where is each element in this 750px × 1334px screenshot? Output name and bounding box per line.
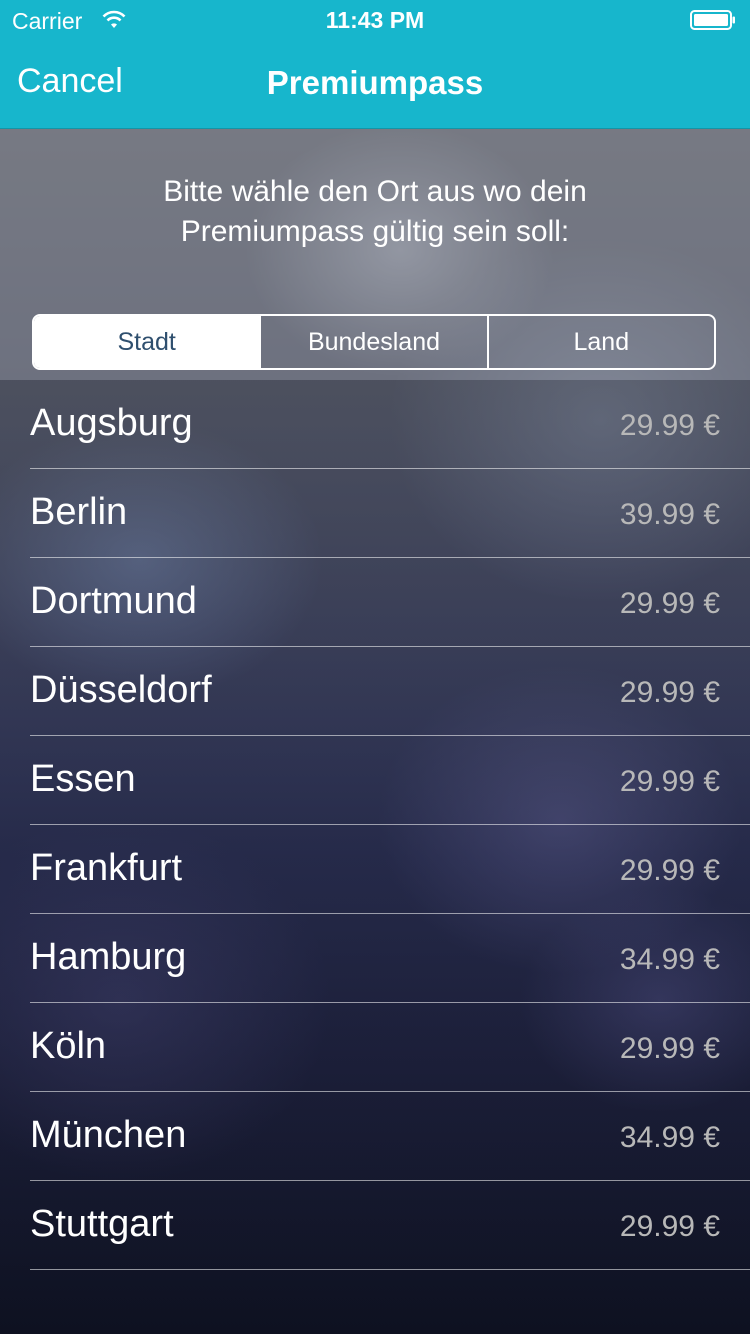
city-row-dortmund[interactable]: Dortmund 29.99 € [30,558,750,647]
city-price: 29.99 € [619,587,720,620]
page-title: Premiumpass [266,64,484,101]
city-price: 29.99 € [619,765,720,798]
segment-bundesland[interactable]: Bundesland [259,316,486,368]
city-row-duesseldorf[interactable]: Düsseldorf 29.99 € [30,647,750,736]
city-name: Dortmund [30,580,197,622]
city-price: 34.99 € [619,1121,720,1154]
battery-icon [690,10,735,30]
segment-land[interactable]: Land [486,316,714,368]
city-row-augsburg[interactable]: Augsburg 29.99 € [30,380,750,469]
city-name: Augsburg [30,402,193,444]
city-name: Frankfurt [30,847,183,889]
city-name: Düsseldorf [30,669,212,711]
city-price: 34.99 € [619,943,720,976]
segment-stadt[interactable]: Stadt [34,316,260,368]
city-name: Essen [30,758,136,800]
city-name: Köln [30,1025,107,1067]
status-bar: Carrier 11:43 PM [0,0,750,40]
city-row-berlin[interactable]: Berlin 39.99 € [30,469,750,558]
city-name: Stuttgart [30,1203,174,1245]
navigation-bar: Carrier 11:43 PM Cancel Premiumpass [0,0,750,129]
status-time: 11:43 PM [325,7,425,33]
city-row-muenchen[interactable]: München 34.99 € [30,1092,750,1181]
city-price: 29.99 € [619,676,720,709]
city-row-essen[interactable]: Essen 29.99 € [30,736,750,825]
city-price: 29.99 € [619,854,720,887]
city-name: Berlin [30,491,128,533]
city-price: 39.99 € [619,498,720,531]
city-list: Augsburg 29.99 € Berlin 39.99 € Dortmund… [30,380,750,1270]
city-price: 29.99 € [619,1032,720,1065]
instruction-line-1: Bitte wähle den Ort aus wo dein [163,175,587,208]
region-type-segmented-control: Stadt Bundesland Land [32,314,716,370]
city-price: 29.99 € [619,409,720,442]
city-name: München [30,1114,187,1156]
instruction-text: Bitte wähle den Ort aus wo dein Premiump… [40,172,710,252]
city-row-hamburg[interactable]: Hamburg 34.99 € [30,914,750,1003]
instruction-line-2: Premiumpass gültig sein soll: [180,215,570,248]
city-row-koeln[interactable]: Köln 29.99 € [30,1003,750,1092]
city-price: 29.99 € [619,1210,720,1243]
city-row-frankfurt[interactable]: Frankfurt 29.99 € [30,825,750,914]
city-name: Hamburg [30,936,187,978]
city-row-stuttgart[interactable]: Stuttgart 29.99 € [30,1181,750,1270]
